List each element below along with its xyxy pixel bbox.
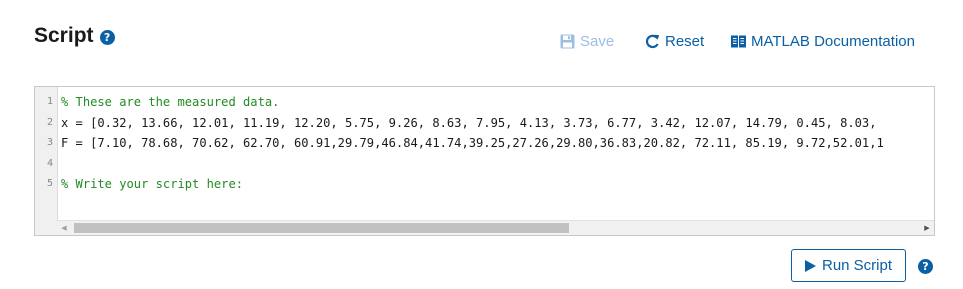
line-number: 3 bbox=[46, 137, 53, 148]
help-icon[interactable]: ? bbox=[99, 29, 115, 45]
page-title: Script bbox=[34, 24, 94, 47]
code-area[interactable]: 1 % These are the measured data. 2 x = [… bbox=[35, 92, 934, 195]
script-editor[interactable]: 1 % These are the measured data. 2 x = [… bbox=[34, 86, 935, 236]
save-icon bbox=[560, 34, 575, 49]
run-script-label: Run Script bbox=[821, 257, 893, 274]
reset-icon bbox=[645, 34, 660, 49]
reset-button[interactable]: Reset bbox=[645, 30, 704, 52]
line-number: 1 bbox=[46, 96, 53, 107]
book-icon bbox=[731, 35, 746, 48]
scroll-right-icon[interactable]: ▶ bbox=[920, 221, 934, 235]
code-text[interactable] bbox=[57, 154, 61, 175]
code-line[interactable]: 5 % Write your script here: bbox=[35, 174, 934, 195]
page-header: Script ? bbox=[34, 24, 115, 48]
play-icon bbox=[804, 259, 816, 272]
run-script-button[interactable]: Run Script bbox=[791, 249, 906, 282]
save-label: Save bbox=[580, 32, 615, 50]
save-button[interactable]: Save bbox=[560, 30, 614, 52]
code-comment[interactable]: % Write your script here: bbox=[57, 174, 243, 195]
documentation-label: MATLAB Documentation bbox=[751, 32, 915, 50]
scroll-left-icon[interactable]: ◀ bbox=[57, 221, 71, 235]
run-help-icon[interactable]: ? bbox=[918, 259, 933, 274]
code-comment[interactable]: % These are the measured data. bbox=[57, 92, 279, 113]
line-number: 5 bbox=[46, 178, 53, 189]
code-text[interactable]: x = [0.32, 13.66, 12.01, 11.19, 12.20, 5… bbox=[57, 113, 876, 134]
code-text[interactable]: F = [7.10, 78.68, 70.62, 62.70, 60.91,29… bbox=[57, 133, 884, 154]
line-number: 2 bbox=[46, 116, 53, 128]
horizontal-scrollbar[interactable]: ◀ ▶ bbox=[57, 220, 934, 235]
code-line[interactable]: 1 % These are the measured data. bbox=[35, 92, 934, 113]
code-line[interactable]: 3 F = [7.10, 78.68, 70.62, 62.70, 60.91,… bbox=[35, 133, 934, 154]
code-line[interactable]: 2 x = [0.32, 13.66, 12.01, 11.19, 12.20,… bbox=[35, 113, 934, 134]
code-line[interactable]: 4 bbox=[35, 154, 934, 175]
scrollbar-thumb[interactable] bbox=[74, 223, 569, 233]
reset-label: Reset bbox=[665, 32, 705, 50]
line-number: 4 bbox=[46, 157, 53, 169]
matlab-documentation-link[interactable]: MATLAB Documentation bbox=[731, 30, 915, 52]
